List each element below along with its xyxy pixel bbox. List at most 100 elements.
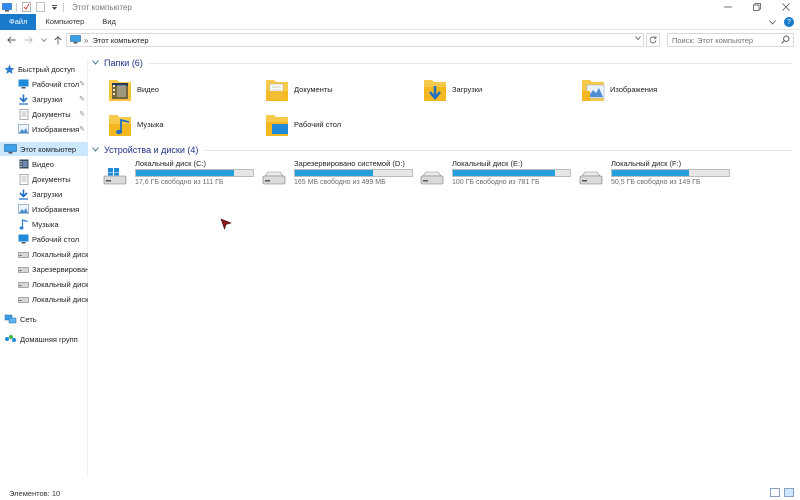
folder-desktop[interactable]: Рабочий стол — [265, 107, 415, 141]
computer-icon — [4, 144, 17, 155]
sidebar-item-this-pc[interactable]: Этот компьютер — [0, 142, 88, 156]
sidebar-item-downloads[interactable]: Загрузки — [0, 187, 88, 201]
drive-d[interactable]: Зарезервировано системой (D:) 165 МБ сво… — [262, 159, 417, 189]
tab-file[interactable]: Файл — [0, 13, 37, 30]
sidebar-item-music[interactable]: Музыка — [0, 217, 88, 231]
forward-button[interactable] — [22, 33, 34, 47]
video-icon — [18, 159, 29, 170]
drive-usage-bar — [135, 169, 254, 177]
drive-label: Локальный диск (C:) — [135, 159, 206, 168]
new-folder-icon[interactable] — [33, 0, 47, 14]
sidebar-item-documents[interactable]: Документы — [0, 172, 88, 186]
desktop-folder-icon — [265, 110, 289, 138]
homegroup-icon — [4, 334, 17, 345]
sidebar-item-quick-access[interactable]: Быстрый доступ — [0, 62, 88, 76]
view-switcher — [770, 488, 794, 497]
group-header-drives[interactable]: Устройства и диски (4) — [92, 143, 792, 157]
help-icon[interactable]: ? — [784, 17, 794, 27]
pictures-icon — [18, 124, 29, 135]
close-button[interactable] — [771, 0, 800, 14]
drive-label: Локальный диск (F:) — [611, 159, 682, 168]
tiles-view-icon[interactable] — [784, 488, 794, 497]
sidebar-item-label: Загрузки — [32, 94, 63, 104]
search-box[interactable] — [667, 33, 794, 47]
ribbon-right-controls: ? — [769, 17, 794, 27]
details-view-icon[interactable] — [770, 488, 780, 497]
network-icon — [4, 314, 17, 325]
maximize-button[interactable] — [742, 0, 771, 14]
search-icon[interactable] — [781, 35, 790, 46]
breadcrumb[interactable]: Этот компьютер — [92, 36, 148, 45]
drive-icon — [18, 264, 29, 275]
refresh-icon — [649, 36, 657, 44]
item-count: Элементов: 10 — [9, 488, 61, 498]
back-button[interactable] — [5, 33, 17, 47]
sidebar-item-drive-e[interactable]: Локальный диск — [0, 277, 88, 291]
explorer-icon[interactable] — [0, 0, 14, 14]
address-dropdown-icon[interactable] — [635, 35, 641, 42]
group-header-folders[interactable]: Папки (6) — [92, 56, 792, 70]
drive-usage-bar — [294, 169, 413, 177]
sidebar-item-label: Документы — [32, 109, 71, 119]
up-button[interactable] — [52, 33, 64, 47]
recent-locations-icon[interactable] — [38, 33, 50, 47]
drive-e[interactable]: Локальный диск (E:) 100 ГБ свободно из 7… — [420, 159, 575, 189]
collapse-chevron-icon[interactable] — [92, 59, 104, 67]
sidebar-item-drive-f[interactable]: Локальный диск — [0, 292, 88, 306]
tab-computer[interactable]: Компьютер — [36, 14, 93, 30]
sidebar-item-pictures[interactable]: Изображения ✎ — [0, 122, 88, 136]
pin-icon[interactable]: ✎ — [79, 110, 85, 118]
folder-label: Видео — [137, 84, 159, 94]
pin-icon[interactable]: ✎ — [79, 95, 85, 103]
drive-f[interactable]: Локальный диск (F:) 50,5 ГБ свободно из … — [579, 159, 734, 189]
sidebar-item-label: Изображения — [32, 204, 80, 214]
sidebar-item-label: Рабочий стол — [32, 234, 80, 244]
folder-downloads[interactable]: Загрузки — [423, 72, 573, 106]
folder-pictures[interactable]: Изображения — [581, 72, 731, 106]
sidebar-item-drive-d[interactable]: Зарезервирован — [0, 262, 88, 276]
sidebar-item-video[interactable]: Видео — [0, 157, 88, 171]
drive-free-space: 165 МБ свободно из 499 МБ — [294, 179, 386, 186]
sidebar-item-drive-c[interactable]: Локальный диск — [0, 247, 88, 261]
folder-label: Рабочий стол — [294, 119, 342, 129]
folder-video[interactable]: Видео — [108, 72, 258, 106]
chevron-down-icon[interactable] — [769, 18, 776, 27]
sidebar-item-label: Рабочий стол — [32, 79, 80, 89]
sidebar-item-pictures[interactable]: Изображения — [0, 202, 88, 216]
pin-icon[interactable]: ✎ — [79, 125, 85, 133]
sidebar-item-desktop[interactable]: Рабочий стол ✎ — [0, 77, 88, 91]
sidebar-item-label: Видео — [32, 159, 54, 169]
address-bar[interactable]: » Этот компьютер — [66, 33, 644, 47]
properties-icon[interactable] — [19, 0, 33, 14]
status-bar: Элементов: 10 — [0, 486, 800, 500]
tab-view[interactable]: Вид — [93, 14, 125, 30]
folder-label: Музыка — [137, 119, 164, 129]
search-input[interactable] — [672, 35, 778, 45]
desktop-icon — [18, 79, 29, 90]
collapse-chevron-icon[interactable] — [92, 146, 104, 154]
minimize-button[interactable] — [713, 0, 742, 14]
sidebar-item-homegroup[interactable]: Домашняя групп — [0, 332, 88, 346]
customize-toolbar-icon[interactable] — [47, 0, 61, 14]
folder-label: Документы — [294, 84, 333, 94]
sidebar-item-network[interactable]: Сеть — [0, 312, 88, 326]
drive-label: Зарезервировано системой (D:) — [294, 159, 405, 168]
drive-icon — [18, 249, 29, 260]
pin-icon[interactable]: ✎ — [79, 80, 85, 88]
drive-free-space: 17,6 ГБ свободно из 111 ГБ — [135, 179, 224, 186]
sidebar-item-downloads[interactable]: Загрузки ✎ — [0, 92, 88, 106]
sidebar-item-label: Документы — [32, 174, 71, 184]
documents-icon — [18, 173, 29, 185]
folder-documents[interactable]: Документы — [265, 72, 415, 106]
sidebar-item-documents[interactable]: Документы ✎ — [0, 107, 88, 121]
folder-music[interactable]: Музыка — [108, 107, 258, 141]
drive-usage-bar — [611, 169, 730, 177]
window-controls — [713, 0, 800, 14]
content-pane: Папки (6) Видео Документы Загрузки Изобр… — [92, 52, 797, 482]
drive-label: Локальный диск (E:) — [452, 159, 523, 168]
refresh-button[interactable] — [646, 33, 660, 47]
drive-c[interactable]: Локальный диск (C:) 17,6 ГБ свободно из … — [103, 159, 258, 189]
sidebar-item-desktop[interactable]: Рабочий стол — [0, 232, 88, 246]
pictures-icon — [18, 204, 29, 215]
navigation-pane: Быстрый доступ Рабочий стол ✎ Загрузки ✎… — [0, 58, 88, 478]
